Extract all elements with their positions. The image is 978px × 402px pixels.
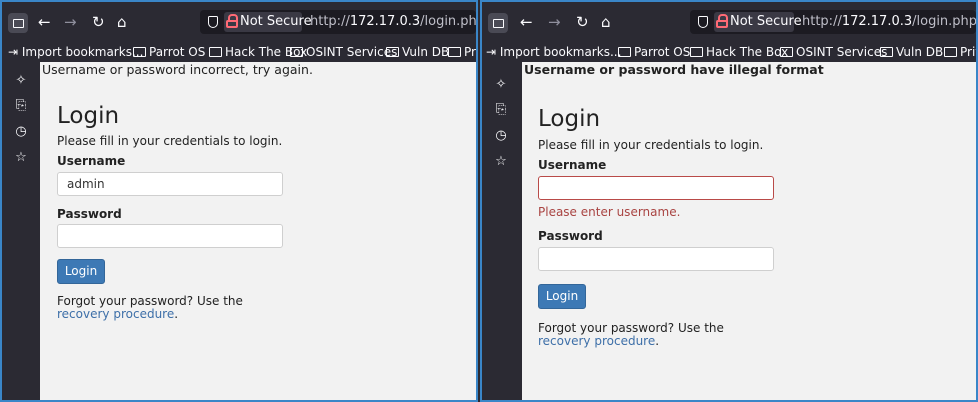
folder-icon	[133, 47, 146, 57]
import-icon: ⇥	[8, 45, 22, 59]
reload-icon[interactable]: ↻	[576, 11, 589, 33]
recovery-link[interactable]: recovery procedure	[538, 334, 655, 348]
not-secure-label: Not Secure	[730, 14, 802, 29]
folder-icon	[386, 47, 399, 57]
instructions: Please fill in your credentials to login…	[57, 134, 283, 148]
recovery-link[interactable]: recovery procedure	[57, 307, 174, 321]
insecure-lock-icon	[226, 14, 238, 28]
sidebar-toggle-icon[interactable]	[8, 13, 28, 33]
bookmark-folder-vulndb[interactable]: Vuln DB	[386, 42, 449, 62]
page-content: Username or password have illegal format…	[522, 62, 976, 400]
username-label: Username	[538, 158, 607, 172]
page-title: Login	[57, 103, 120, 129]
synced-tabs-icon[interactable]: ⎘	[14, 99, 28, 113]
url-text[interactable]: http://172.17.0.3/login.php	[802, 10, 976, 34]
username-label: Username	[57, 154, 126, 168]
folder-icon	[690, 47, 703, 57]
back-icon[interactable]: ←	[520, 11, 533, 33]
bookmark-folder-vulndb[interactable]: Vuln DB	[880, 42, 943, 62]
insecure-lock-icon	[716, 14, 728, 28]
sidebar-toggle-icon[interactable]	[488, 13, 508, 33]
home-icon[interactable]: ⌂	[117, 11, 127, 33]
instructions: Please fill in your credentials to login…	[538, 138, 764, 152]
login-button[interactable]: Login	[538, 284, 586, 309]
ai-chat-icon[interactable]: ✧	[494, 78, 508, 92]
browser-window-left: ← → ↻ ⌂ Not Secure http://172.17.0.3/log…	[0, 0, 478, 402]
ai-chat-icon[interactable]: ✧	[14, 74, 28, 88]
synced-tabs-icon[interactable]: ⎘	[494, 103, 508, 117]
tracking-protection-icon[interactable]	[208, 16, 218, 28]
folder-icon	[290, 47, 303, 57]
password-input[interactable]	[538, 247, 774, 271]
reload-icon[interactable]: ↻	[92, 11, 105, 33]
bookmark-folder-priv[interactable]: Priv	[944, 42, 976, 62]
import-bookmarks[interactable]: ⇥ Import bookmarks...	[486, 42, 621, 62]
folder-icon	[209, 47, 222, 57]
not-secure-label: Not Secure	[240, 14, 312, 29]
tracking-protection-icon[interactable]	[698, 16, 708, 28]
bookmarks-star-icon[interactable]: ☆	[14, 151, 28, 165]
bookmark-folder-parrot[interactable]: Parrot OS	[618, 42, 690, 62]
import-bookmarks[interactable]: ⇥ Import bookmarks...	[8, 42, 143, 62]
error-message: Username or password incorrect, try agai…	[42, 62, 313, 77]
history-icon[interactable]: ◷	[14, 125, 28, 139]
password-input[interactable]	[57, 224, 283, 248]
url-text[interactable]: http://172.17.0.3/login.php	[310, 10, 476, 34]
bookmark-folder-osint[interactable]: OSINT Services	[290, 42, 397, 62]
back-icon[interactable]: ←	[38, 11, 51, 33]
forgot-password-text: Forgot your password? Use the recovery p…	[57, 294, 243, 321]
bookmarks-star-icon[interactable]: ☆	[494, 155, 508, 169]
username-error: Please enter username.	[538, 205, 681, 219]
folder-icon	[944, 47, 957, 57]
bookmarks-toolbar: ⇥ Import bookmarks... Parrot OS Hack The…	[2, 42, 476, 62]
username-input[interactable]	[538, 176, 774, 200]
folder-icon	[780, 47, 793, 57]
bookmarks-toolbar: ⇥ Import bookmarks... Parrot OS Hack The…	[482, 42, 976, 62]
browser-window-right: ← → ↻ ⌂ Not Secure http://172.17.0.3/log…	[480, 0, 978, 402]
browser-toolbar: ← → ↻ ⌂ Not Secure http://172.17.0.3/log…	[2, 2, 476, 42]
url-bar[interactable]: Not Secure http://172.17.0.3/login.php	[200, 10, 476, 34]
bookmark-folder-htb[interactable]: Hack The Box	[690, 42, 788, 62]
password-label: Password	[538, 229, 603, 243]
browser-toolbar: ← → ↻ ⌂ Not Secure http://172.17.0.3/log…	[482, 2, 976, 42]
folder-icon	[448, 47, 461, 57]
password-label: Password	[57, 207, 122, 221]
username-input[interactable]: admin	[57, 172, 283, 196]
forgot-password-text: Forgot your password? Use the recovery p…	[538, 321, 724, 348]
forward-icon[interactable]: →	[64, 11, 77, 33]
import-icon: ⇥	[486, 45, 500, 59]
forward-icon[interactable]: →	[548, 11, 561, 33]
page-content: Username or password incorrect, try agai…	[40, 62, 476, 400]
folder-icon	[880, 47, 893, 57]
error-message: Username or password have illegal format	[524, 62, 824, 77]
login-button[interactable]: Login	[57, 259, 105, 284]
browser-sidebar: ✧ ⎘ ◷ ☆	[2, 62, 40, 400]
history-icon[interactable]: ◷	[494, 129, 508, 143]
url-bar[interactable]: Not Secure http://172.17.0.3/login.php	[690, 10, 976, 34]
home-icon[interactable]: ⌂	[601, 11, 611, 33]
bookmark-folder-osint[interactable]: OSINT Services	[780, 42, 887, 62]
folder-icon	[618, 47, 631, 57]
bookmark-folder-priv[interactable]: Priv	[448, 42, 476, 62]
bookmark-folder-parrot[interactable]: Parrot OS	[133, 42, 205, 62]
browser-sidebar: ✧ ⎘ ◷ ☆	[482, 62, 522, 400]
page-title: Login	[538, 106, 601, 132]
